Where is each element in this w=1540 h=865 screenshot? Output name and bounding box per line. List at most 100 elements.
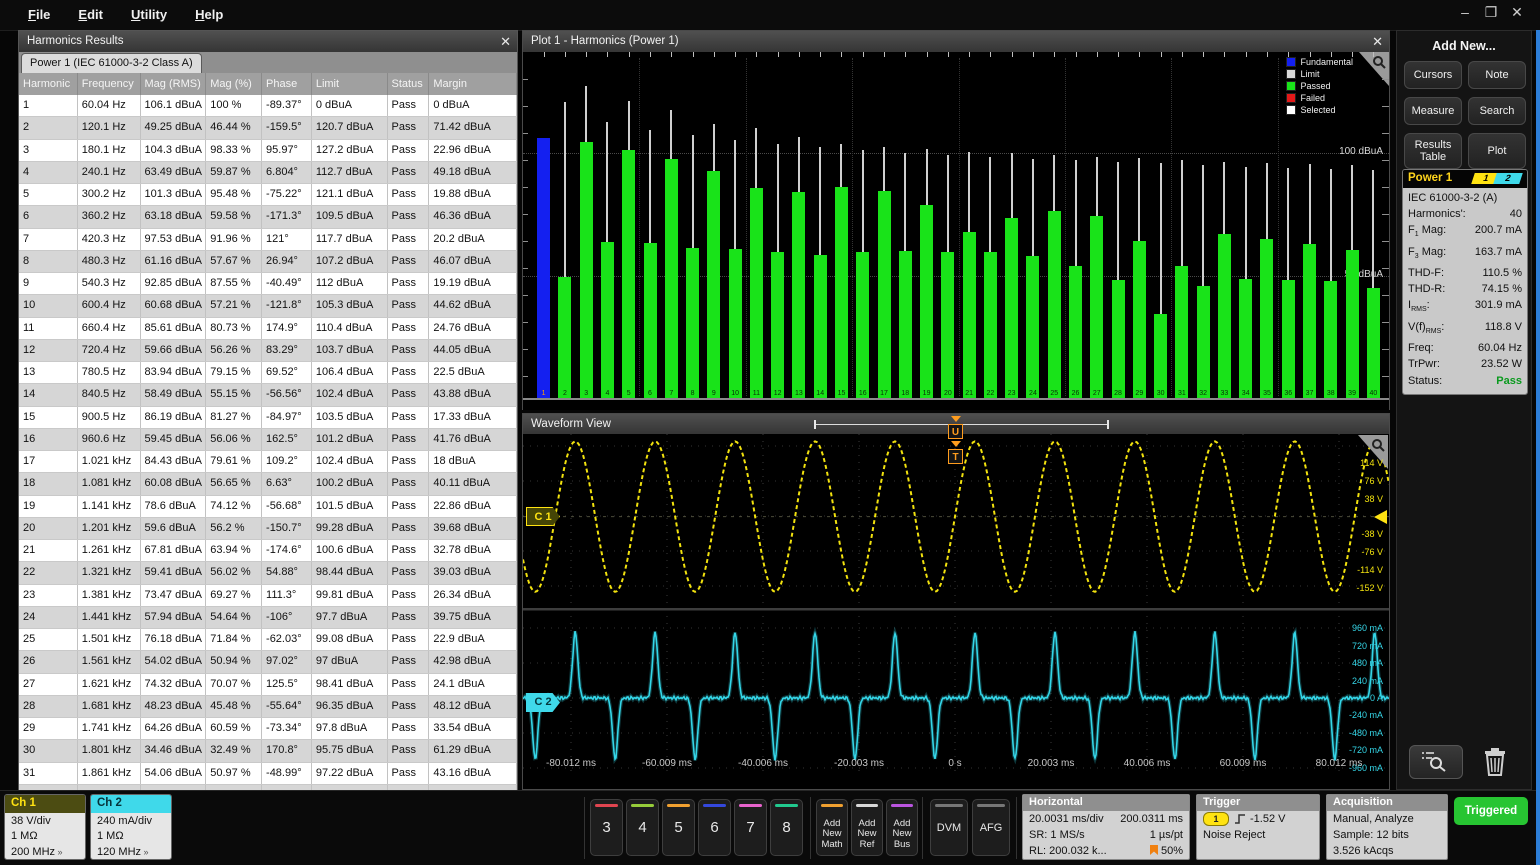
harmonic-bar[interactable] [1197,286,1210,398]
menu-edit[interactable]: Edit [64,0,117,22]
channel-6-button[interactable]: 6 [698,799,731,856]
harmonic-bar[interactable] [835,187,848,398]
table-row[interactable]: 301.801 kHz34.46 dBuA32.49 %170.8°95.75 … [19,740,517,762]
channel-8-button[interactable]: 8 [770,799,803,856]
table-row[interactable]: 261.561 kHz54.02 dBuA50.94 %97.02°97 dBu… [19,651,517,673]
plot-zoom-corner-icon[interactable] [1359,52,1389,86]
table-row[interactable]: 171.021 kHz84.43 dBuA79.61 %109.2°102.4 … [19,451,517,473]
harmonic-bar[interactable] [1367,288,1380,398]
table-row[interactable]: 211.261 kHz67.81 dBuA63.94 %-174.6°100.6… [19,540,517,562]
table-row[interactable]: 13780.5 Hz83.94 dBuA79.15 %69.52°106.4 d… [19,362,517,384]
harmonic-bar[interactable] [814,255,827,398]
channel-3-button[interactable]: 3 [590,799,623,856]
harmonic-bar[interactable] [750,188,763,398]
table-row[interactable]: 3180.1 Hz104.3 dBuA98.33 %95.97°127.2 dB… [19,140,517,162]
harmonic-bar[interactable] [580,142,593,398]
harmonic-bar[interactable] [771,252,784,398]
channel-4-button[interactable]: 4 [626,799,659,856]
table-row[interactable]: 11660.4 Hz85.61 dBuA80.73 %174.9°110.4 d… [19,318,517,340]
harmonic-bar[interactable] [920,205,933,398]
harmonic-bar[interactable] [707,171,720,398]
table-row[interactable]: 7420.3 Hz97.53 dBuA91.96 %121°117.7 dBuA… [19,229,517,251]
power1-results-badge[interactable]: Power 1 12 IEC 61000-3-2 (A) Harmonics':… [1402,169,1528,395]
harmonic-bar[interactable] [1090,216,1103,398]
table-row[interactable]: 281.681 kHz48.23 dBuA45.48 %-55.64°96.35… [19,696,517,718]
harmonic-bar[interactable] [984,252,997,398]
add-new-plot-button[interactable]: Plot [1468,133,1526,169]
plot-panel-titlebar[interactable]: Plot 1 - Harmonics (Power 1) ✕ [523,31,1389,52]
harmonic-bar[interactable] [558,277,571,398]
add-new-ref-button[interactable]: Add New Ref [851,799,883,856]
harmonic-bar[interactable] [644,243,657,398]
harmonic-bar[interactable] [1346,250,1359,398]
table-row[interactable]: 10600.4 Hz60.68 dBuA57.21 %-121.8°105.3 … [19,295,517,317]
plot-close-icon[interactable]: ✕ [1372,31,1383,52]
add-new-bus-button[interactable]: Add New Bus [886,799,918,856]
table-row[interactable]: 191.141 kHz78.6 dBuA74.12 %-56.68°101.5 … [19,496,517,518]
table-row[interactable]: 16960.6 Hz59.45 dBuA56.06 %162.5°101.2 d… [19,429,517,451]
ch1-badge[interactable]: Ch 138 V/div1 MΩ200 MHz » [4,794,86,860]
harmonic-bar[interactable] [729,249,742,398]
table-row[interactable]: 14840.5 Hz58.49 dBuA55.15 %-56.56°102.4 … [19,384,517,406]
trash-icon[interactable] [1483,747,1507,782]
harmonic-bar[interactable] [1026,256,1039,398]
table-row[interactable]: 221.321 kHz59.41 dBuA56.02 %54.88°98.44 … [19,562,517,584]
channel-7-button[interactable]: 7 [734,799,767,856]
add-new-note-button[interactable]: Note [1468,61,1526,89]
harmonic-bar[interactable] [1260,239,1273,398]
harmonic-bar[interactable] [1133,241,1146,398]
table-row[interactable]: 8480.3 Hz61.16 dBuA57.67 %26.94°107.2 dB… [19,251,517,273]
acquisition-panel[interactable]: Acquisition Manual, AnalyzeSample: 12 bi… [1326,794,1448,860]
add-new-cursors-button[interactable]: Cursors [1404,61,1462,89]
harmonic-bar[interactable] [941,252,954,398]
table-row[interactable]: 291.741 kHz64.26 dBuA60.59 %-73.34°97.8 … [19,718,517,740]
harmonic-bar[interactable] [1048,211,1061,398]
harmonic-bar[interactable] [1154,314,1167,398]
table-row[interactable]: 15900.5 Hz86.19 dBuA81.27 %-84.97°103.5 … [19,407,517,429]
harmonic-bar[interactable] [686,248,699,398]
table-row[interactable]: 9540.3 Hz92.85 dBuA87.55 %-40.49°112 dBu… [19,273,517,295]
add-new-search-button[interactable]: Search [1468,97,1526,125]
upper-marker-flag[interactable]: U [948,424,963,439]
harmonic-bar[interactable] [792,192,805,398]
ch2-badge[interactable]: Ch 2240 mA/div1 MΩ120 MHz » [90,794,172,860]
table-row[interactable]: 311.861 kHz54.06 dBuA50.97 %-48.99°97.22… [19,763,517,785]
menu-file[interactable]: File [14,0,64,22]
harmonic-bar[interactable] [665,159,678,398]
table-row[interactable]: 160.04 Hz106.1 dBuA100 %-89.37°0 dBuAPas… [19,95,517,117]
table-row[interactable]: 4240.1 Hz63.49 dBuA59.87 %6.804°112.7 dB… [19,162,517,184]
menu-utility[interactable]: Utility [117,0,181,22]
harmonic-bar[interactable] [856,252,869,398]
harmonic-bar[interactable] [1239,279,1252,398]
restore-icon[interactable]: ❐ [1478,4,1504,21]
harmonic-bar[interactable] [1069,266,1082,398]
table-row[interactable]: 5300.2 Hz101.3 dBuA95.48 %-75.22°121.1 d… [19,184,517,206]
dvm-button[interactable]: DVM [930,799,968,856]
harmonic-bar[interactable] [601,242,614,398]
trigger-panel[interactable]: Trigger 1 -1.52 V Noise Reject [1196,794,1320,860]
table-row[interactable]: 271.621 kHz74.32 dBuA70.07 %125.5°98.41 … [19,674,517,696]
harmonic-bar[interactable] [537,138,550,398]
table-row[interactable]: 12720.4 Hz59.66 dBuA56.26 %83.29°103.7 d… [19,340,517,362]
harmonic-bar[interactable] [899,251,912,398]
minimize-icon[interactable]: – [1452,4,1478,20]
add-new-math-button[interactable]: Add New Math [816,799,848,856]
add-new-results-table-button[interactable]: Results Table [1404,133,1462,169]
tab-power1[interactable]: Power 1 (IEC 61000-3-2 Class A) [21,53,202,73]
results-panel-titlebar[interactable]: Harmonics Results ✕ [19,31,517,52]
close-icon[interactable]: ✕ [1504,4,1530,21]
harmonic-bar[interactable] [622,150,635,398]
ch1-level-arrow-icon[interactable] [1374,510,1387,524]
harmonic-bar[interactable] [1005,218,1018,398]
horizontal-panel[interactable]: Horizontal 20.0031 ms/div200.0311 msSR: … [1022,794,1190,860]
harmonic-bar[interactable] [1324,281,1337,398]
table-row[interactable]: 241.441 kHz57.94 dBuA54.64 %-106°97.7 dB… [19,607,517,629]
table-row[interactable]: 201.201 kHz59.6 dBuA56.2 %-150.7°99.28 d… [19,518,517,540]
trigger-position-flag[interactable]: T [948,449,963,464]
menu-help[interactable]: Help [181,0,237,22]
table-row[interactable]: 251.501 kHz76.18 dBuA71.84 %-62.03°99.08… [19,629,517,651]
harmonic-bar[interactable] [1282,280,1295,398]
harmonic-bar[interactable] [1303,244,1316,398]
harmonic-bar[interactable] [963,232,976,398]
harmonic-bar[interactable] [1218,234,1231,398]
